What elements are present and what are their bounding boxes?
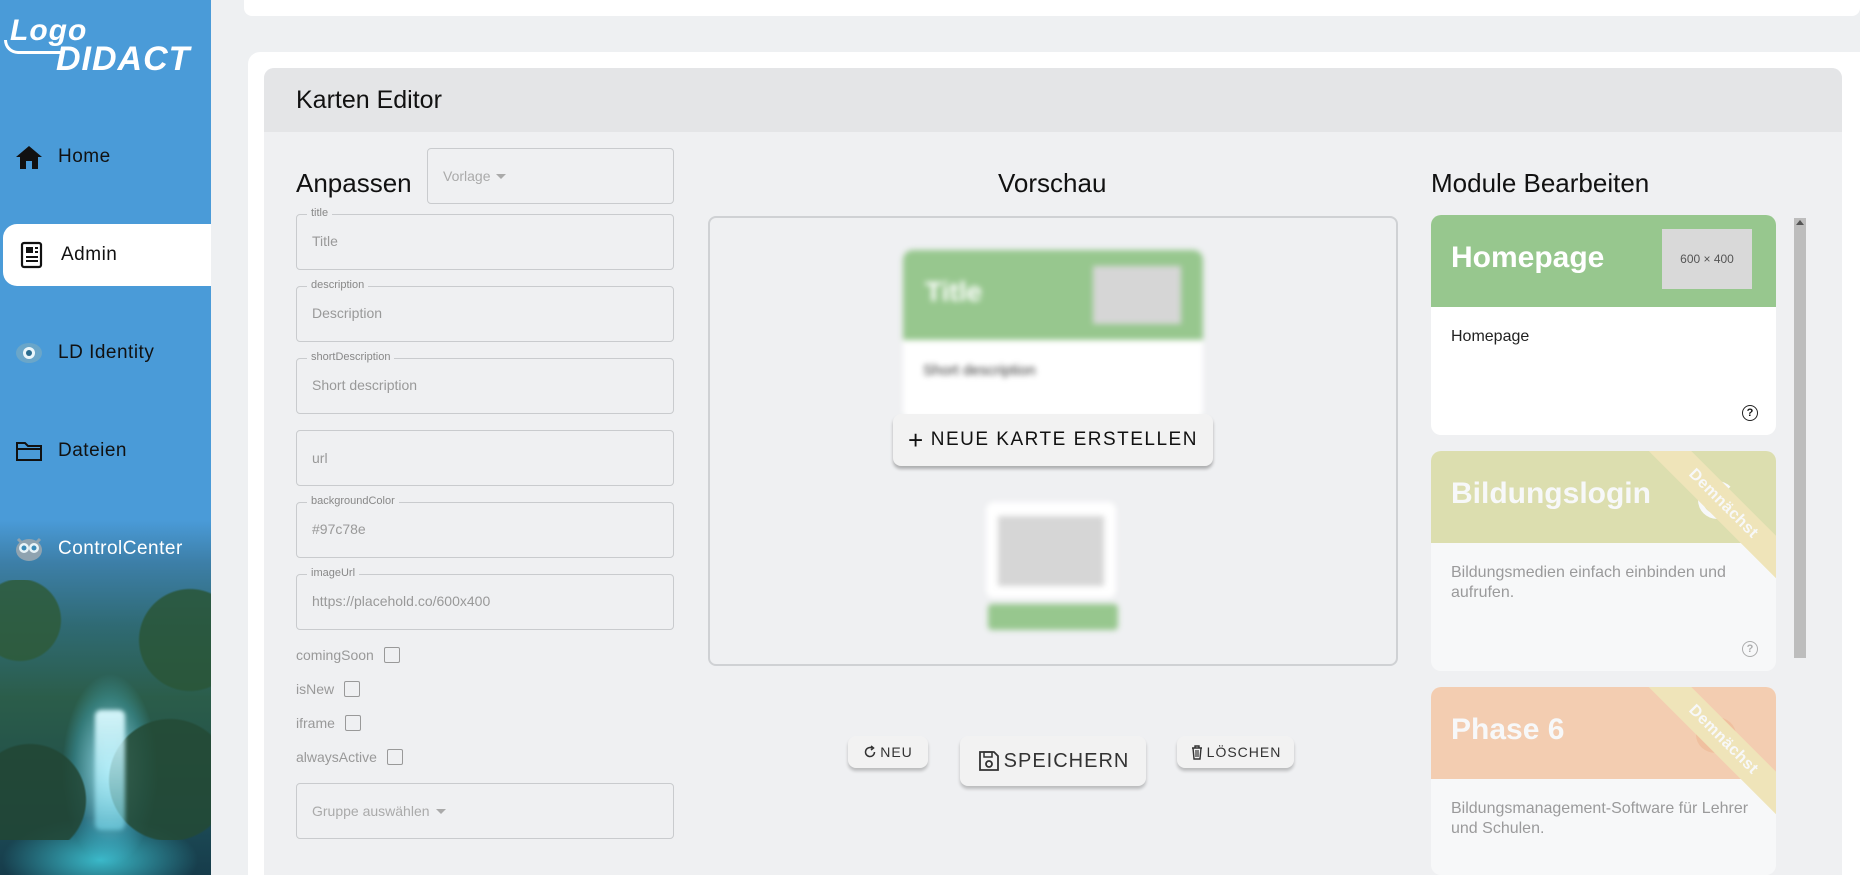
- new-card-button-label: NEUE KARTE ERSTELLEN: [930, 429, 1198, 450]
- sidebar-item-ld-identity[interactable]: LD Identity: [0, 322, 211, 384]
- sidebar-item-admin[interactable]: Admin: [3, 224, 211, 286]
- module-card-description: Bildungsmanagement-Software für Lehrer u…: [1451, 800, 1749, 837]
- save-button[interactable]: SPEICHERN: [960, 736, 1146, 786]
- short-description-field[interactable]: shortDescription Short description: [296, 351, 674, 414]
- sidebar-item-dateien[interactable]: Dateien: [0, 420, 211, 482]
- checkbox-label: alwaysActive: [296, 749, 377, 765]
- save-button-label: SPEICHERN: [1003, 749, 1130, 772]
- preview-heading: Vorschau: [998, 168, 1107, 198]
- save-icon: [977, 749, 1001, 773]
- image-url-field-value: https://placehold.co/600x400: [312, 593, 491, 609]
- plus-icon: +: [908, 424, 925, 455]
- folder-icon: [14, 436, 44, 466]
- editor-header: [264, 68, 1842, 132]
- always-active-checkbox[interactable]: [386, 749, 403, 765]
- sidebar-item-label: Admin: [61, 244, 118, 265]
- coming-soon-checkbox-row[interactable]: comingSoon: [296, 647, 400, 663]
- top-panel-edge: [244, 0, 1860, 16]
- refresh-icon: [863, 745, 877, 759]
- scroll-up-icon[interactable]: [1796, 220, 1804, 225]
- title-field[interactable]: title Title: [296, 207, 674, 270]
- newspaper-icon: [17, 240, 47, 270]
- chevron-down-icon: [496, 173, 507, 179]
- new-button-label: NEU: [880, 744, 913, 760]
- coming-soon-checkbox[interactable]: [383, 647, 400, 663]
- delete-button-label: LÖSCHEN: [1206, 744, 1282, 760]
- logo-text-bottom: DIDACT: [56, 40, 191, 78]
- checkbox-label: isNew: [296, 681, 335, 697]
- module-card-image: 600 × 400: [1662, 229, 1752, 289]
- template-select-value: Vorlage: [443, 168, 491, 184]
- modules-heading: Module Bearbeiten: [1431, 168, 1650, 198]
- is-new-checkbox-row[interactable]: isNew: [296, 681, 361, 697]
- url-field-placeholder: url: [312, 450, 328, 466]
- sidebar-item-label: Home: [58, 146, 111, 167]
- preview-small-card: [986, 502, 1116, 598]
- logo-swoosh: [4, 40, 64, 54]
- preview-card: Title Short description: [903, 250, 1203, 420]
- background-color-field-label: backgroundColor: [307, 495, 399, 507]
- preview-card-image: [1093, 266, 1181, 324]
- preview-small-bar: [988, 604, 1118, 630]
- sidebar-item-label: Dateien: [58, 440, 127, 461]
- image-url-field-label: imageUrl: [307, 567, 360, 579]
- short-description-field-label: shortDescription: [307, 351, 395, 363]
- sidebar-item-controlcenter[interactable]: ControlCenter: [0, 518, 211, 580]
- description-field-placeholder: Description: [312, 305, 383, 321]
- module-card-title: Bildungslogin: [1451, 477, 1651, 510]
- background-color-field[interactable]: backgroundColor #97c78e: [296, 495, 674, 558]
- module-card-description: Homepage: [1451, 328, 1530, 345]
- preview-card-header: Title: [903, 250, 1203, 340]
- module-card-title: Homepage: [1451, 241, 1605, 274]
- group-select-value: Gruppe auswählen: [312, 803, 430, 819]
- home-icon: [14, 142, 44, 172]
- title-field-placeholder: Title: [312, 233, 338, 249]
- image-url-field[interactable]: imageUrl https://placehold.co/600x400: [296, 567, 674, 630]
- module-card-phase-6[interactable]: Phase 6 Bildungsmanagement-Software für …: [1431, 687, 1776, 875]
- checkbox-label: iframe: [296, 715, 335, 731]
- group-select[interactable]: Gruppe auswählen: [296, 783, 674, 839]
- preview-card-short-description: Short description: [923, 362, 1036, 379]
- delete-button[interactable]: LÖSCHEN: [1177, 736, 1294, 768]
- is-new-checkbox[interactable]: [344, 681, 361, 697]
- url-field[interactable]: url: [296, 430, 674, 486]
- sidebar-item-label: LD Identity: [58, 342, 155, 363]
- module-card-bildungslogin[interactable]: Bildungslogin Bildungsmedien einfach ein…: [1431, 451, 1776, 671]
- template-select[interactable]: Vorlage: [427, 148, 674, 204]
- checkbox-label: comingSoon: [296, 647, 374, 663]
- new-card-button[interactable]: + NEUE KARTE ERSTELLEN: [893, 414, 1213, 466]
- identity-icon: [14, 338, 44, 368]
- module-card-homepage[interactable]: Homepage 600 × 400 Homepage ?: [1431, 215, 1776, 435]
- background-color-field-value: #97c78e: [312, 521, 366, 537]
- help-icon[interactable]: ?: [1742, 405, 1758, 421]
- module-card-description: Bildungsmedien einfach einbinden und auf…: [1451, 564, 1726, 601]
- trash-icon: [1190, 744, 1204, 760]
- customize-heading: Anpassen: [296, 168, 412, 198]
- chevron-down-icon: [435, 808, 446, 814]
- preview-small-image: [998, 516, 1104, 586]
- description-field-label: description: [307, 279, 369, 291]
- iframe-checkbox-row[interactable]: iframe: [296, 715, 361, 731]
- modules-scrollbar[interactable]: [1794, 218, 1806, 658]
- module-card-title: Phase 6: [1451, 713, 1565, 746]
- new-button[interactable]: NEU: [848, 736, 928, 768]
- title-field-label: title: [307, 207, 333, 219]
- module-card-header: Homepage 600 × 400: [1431, 215, 1776, 307]
- logo[interactable]: Logo DIDACT: [4, 14, 194, 78]
- always-active-checkbox-row[interactable]: alwaysActive: [296, 749, 403, 765]
- short-description-field-placeholder: Short description: [312, 377, 418, 393]
- help-icon[interactable]: ?: [1742, 641, 1758, 657]
- sidebar-item-label: ControlCenter: [58, 538, 183, 559]
- description-field[interactable]: description Description: [296, 279, 674, 342]
- sidebar-item-home[interactable]: Home: [0, 126, 211, 188]
- preview-card-title: Title: [925, 276, 983, 307]
- iframe-checkbox[interactable]: [344, 715, 361, 731]
- page-title: Karten Editor: [296, 86, 442, 114]
- owl-icon: [14, 534, 44, 564]
- sidebar: Logo DIDACT Home Admin LD Identity Datei…: [0, 0, 211, 875]
